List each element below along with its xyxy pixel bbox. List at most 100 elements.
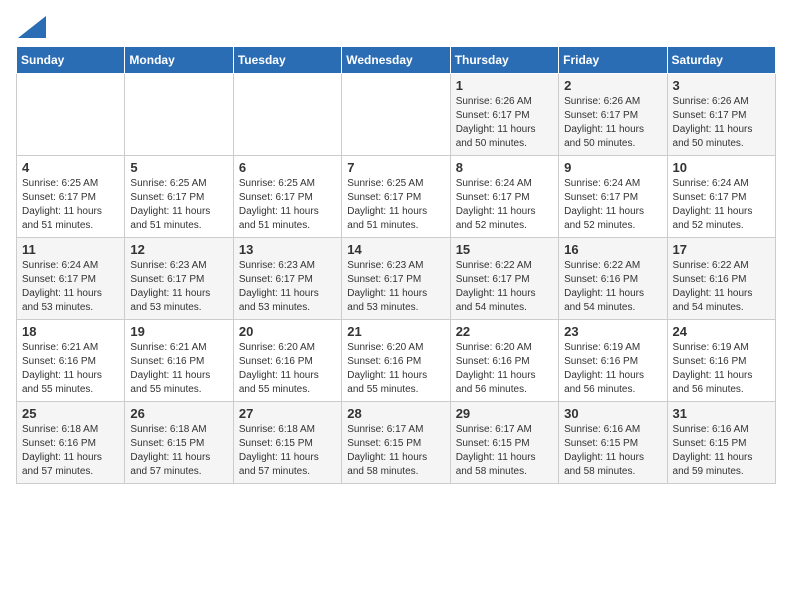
day-number: 24 bbox=[673, 324, 770, 339]
calendar-cell: 23 Sunrise: 6:19 AMSunset: 6:16 PMDayligh… bbox=[559, 320, 667, 402]
day-number: 18 bbox=[22, 324, 119, 339]
calendar-cell: 18Sunrise: 6:21 AMSunset: 6:16 PMDayligh… bbox=[17, 320, 125, 402]
calendar-cell: 28Sunrise: 6:17 AMSunset: 6:15 PMDayligh… bbox=[342, 402, 450, 484]
day-number: 13 bbox=[239, 242, 336, 257]
day-number: 4 bbox=[22, 160, 119, 175]
day-number: 3 bbox=[673, 78, 770, 93]
day-info: Sunrise: 6:20 AMSunset: 6:16 PMDaylight:… bbox=[347, 341, 444, 397]
day-info: Sunrise: 6:22 AMSunset: 6:16 PMDaylight:… bbox=[673, 259, 770, 315]
day-number: 10 bbox=[673, 160, 770, 175]
calendar-cell: 15 Sunrise: 6:22 AMSunset: 6:17 PMDayligh… bbox=[450, 238, 558, 320]
day-info: Sunrise: 6:24 AMSunset: 6:17 PMDaylight:… bbox=[564, 177, 661, 233]
day-number: 11 bbox=[22, 242, 119, 257]
day-number: 27 bbox=[239, 406, 336, 421]
calendar-cell: 12Sunrise: 6:23 AMSunset: 6:17 PMDayligh… bbox=[125, 238, 233, 320]
day-header-sunday: Sunday bbox=[17, 47, 125, 74]
day-number: 1 bbox=[456, 78, 553, 93]
calendar-cell: 1 Sunrise: 6:26 AMSunset: 6:17 PMDaylight… bbox=[450, 74, 558, 156]
day-info: Sunrise: 6:23 AMSunset: 6:17 PMDaylight:… bbox=[347, 259, 444, 315]
day-info: Sunrise: 6:25 AMSunset: 6:17 PMDaylight:… bbox=[130, 177, 227, 233]
day-info: Sunrise: 6:18 AMSunset: 6:16 PMDaylight:… bbox=[22, 423, 119, 479]
calendar-cell: 5 Sunrise: 6:25 AMSunset: 6:17 PMDaylight… bbox=[125, 156, 233, 238]
calendar-cell: 27 Sunrise: 6:18 AMSunset: 6:15 PMDayligh… bbox=[233, 402, 341, 484]
day-info: Sunrise: 6:19 AMSunset: 6:16 PMDaylight:… bbox=[673, 341, 770, 397]
day-info: Sunrise: 6:25 AMSunset: 6:17 PMDaylight:… bbox=[239, 177, 336, 233]
day-number: 29 bbox=[456, 406, 553, 421]
calendar-cell: 30 Sunrise: 6:16 AMSunset: 6:15 PMDayligh… bbox=[559, 402, 667, 484]
day-number: 28 bbox=[347, 406, 444, 421]
week-row-5: 25 Sunrise: 6:18 AMSunset: 6:16 PMDayligh… bbox=[17, 402, 776, 484]
calendar-cell: 25 Sunrise: 6:18 AMSunset: 6:16 PMDayligh… bbox=[17, 402, 125, 484]
day-info: Sunrise: 6:26 AMSunset: 6:17 PMDaylight:… bbox=[564, 95, 661, 151]
day-number: 30 bbox=[564, 406, 661, 421]
day-header-friday: Friday bbox=[559, 47, 667, 74]
calendar-cell bbox=[342, 74, 450, 156]
calendar-cell: 24 Sunrise: 6:19 AMSunset: 6:16 PMDayligh… bbox=[667, 320, 775, 402]
day-info: Sunrise: 6:23 AMSunset: 6:17 PMDaylight:… bbox=[239, 259, 336, 315]
calendar-cell: 31 Sunrise: 6:16 AMSunset: 6:15 PMDayligh… bbox=[667, 402, 775, 484]
day-info: Sunrise: 6:25 AMSunset: 6:17 PMDaylight:… bbox=[22, 177, 119, 233]
day-info: Sunrise: 6:26 AMSunset: 6:17 PMDaylight:… bbox=[673, 95, 770, 151]
day-info: Sunrise: 6:16 AMSunset: 6:15 PMDaylight:… bbox=[564, 423, 661, 479]
calendar-cell: 11 Sunrise: 6:24 AMSunset: 6:17 PMDayligh… bbox=[17, 238, 125, 320]
calendar-cell: 29 Sunrise: 6:17 AMSunset: 6:15 PMDayligh… bbox=[450, 402, 558, 484]
calendar-cell: 19 Sunrise: 6:21 AMSunset: 6:16 PMDayligh… bbox=[125, 320, 233, 402]
day-info: Sunrise: 6:20 AMSunset: 6:16 PMDaylight:… bbox=[239, 341, 336, 397]
calendar-cell: 8Sunrise: 6:24 AMSunset: 6:17 PMDaylight… bbox=[450, 156, 558, 238]
day-header-monday: Monday bbox=[125, 47, 233, 74]
week-row-3: 11 Sunrise: 6:24 AMSunset: 6:17 PMDayligh… bbox=[17, 238, 776, 320]
day-number: 21 bbox=[347, 324, 444, 339]
calendar-cell: 16 Sunrise: 6:22 AMSunset: 6:16 PMDayligh… bbox=[559, 238, 667, 320]
calendar-cell: 13 Sunrise: 6:23 AMSunset: 6:17 PMDayligh… bbox=[233, 238, 341, 320]
day-header-row: SundayMondayTuesdayWednesdayThursdayFrid… bbox=[17, 47, 776, 74]
calendar-cell bbox=[233, 74, 341, 156]
calendar-cell bbox=[17, 74, 125, 156]
page-header bbox=[16, 16, 776, 36]
day-number: 20 bbox=[239, 324, 336, 339]
day-number: 16 bbox=[564, 242, 661, 257]
day-info: Sunrise: 6:20 AMSunset: 6:16 PMDaylight:… bbox=[456, 341, 553, 397]
day-info: Sunrise: 6:18 AMSunset: 6:15 PMDaylight:… bbox=[130, 423, 227, 479]
day-info: Sunrise: 6:16 AMSunset: 6:15 PMDaylight:… bbox=[673, 423, 770, 479]
calendar-cell: 2 Sunrise: 6:26 AMSunset: 6:17 PMDaylight… bbox=[559, 74, 667, 156]
day-number: 5 bbox=[130, 160, 227, 175]
calendar-cell: 14Sunrise: 6:23 AMSunset: 6:17 PMDayligh… bbox=[342, 238, 450, 320]
day-number: 15 bbox=[456, 242, 553, 257]
day-header-wednesday: Wednesday bbox=[342, 47, 450, 74]
day-header-thursday: Thursday bbox=[450, 47, 558, 74]
week-row-2: 4 Sunrise: 6:25 AMSunset: 6:17 PMDaylight… bbox=[17, 156, 776, 238]
day-number: 31 bbox=[673, 406, 770, 421]
calendar-cell: 3 Sunrise: 6:26 AMSunset: 6:17 PMDaylight… bbox=[667, 74, 775, 156]
day-number: 26 bbox=[130, 406, 227, 421]
calendar-cell: 7 Sunrise: 6:25 AMSunset: 6:17 PMDaylight… bbox=[342, 156, 450, 238]
day-info: Sunrise: 6:22 AMSunset: 6:17 PMDaylight:… bbox=[456, 259, 553, 315]
logo-icon bbox=[18, 16, 46, 38]
day-info: Sunrise: 6:21 AMSunset: 6:16 PMDaylight:… bbox=[130, 341, 227, 397]
day-info: Sunrise: 6:22 AMSunset: 6:16 PMDaylight:… bbox=[564, 259, 661, 315]
calendar-header: SundayMondayTuesdayWednesdayThursdayFrid… bbox=[17, 47, 776, 74]
day-info: Sunrise: 6:24 AMSunset: 6:17 PMDaylight:… bbox=[22, 259, 119, 315]
calendar-cell: 22 Sunrise: 6:20 AMSunset: 6:16 PMDayligh… bbox=[450, 320, 558, 402]
day-number: 9 bbox=[564, 160, 661, 175]
day-number: 7 bbox=[347, 160, 444, 175]
calendar-cell: 9 Sunrise: 6:24 AMSunset: 6:17 PMDaylight… bbox=[559, 156, 667, 238]
day-info: Sunrise: 6:26 AMSunset: 6:17 PMDaylight:… bbox=[456, 95, 553, 151]
day-number: 17 bbox=[673, 242, 770, 257]
day-number: 25 bbox=[22, 406, 119, 421]
day-info: Sunrise: 6:25 AMSunset: 6:17 PMDaylight:… bbox=[347, 177, 444, 233]
calendar-cell: 20 Sunrise: 6:20 AMSunset: 6:16 PMDayligh… bbox=[233, 320, 341, 402]
day-info: Sunrise: 6:24 AMSunset: 6:17 PMDaylight:… bbox=[456, 177, 553, 233]
day-number: 12 bbox=[130, 242, 227, 257]
calendar-cell: 6Sunrise: 6:25 AMSunset: 6:17 PMDaylight… bbox=[233, 156, 341, 238]
day-info: Sunrise: 6:18 AMSunset: 6:15 PMDaylight:… bbox=[239, 423, 336, 479]
calendar-table: SundayMondayTuesdayWednesdayThursdayFrid… bbox=[16, 46, 776, 484]
day-info: Sunrise: 6:19 AMSunset: 6:16 PMDaylight:… bbox=[564, 341, 661, 397]
day-number: 2 bbox=[564, 78, 661, 93]
day-number: 23 bbox=[564, 324, 661, 339]
day-number: 19 bbox=[130, 324, 227, 339]
day-number: 22 bbox=[456, 324, 553, 339]
day-info: Sunrise: 6:17 AMSunset: 6:15 PMDaylight:… bbox=[456, 423, 553, 479]
week-row-1: 1 Sunrise: 6:26 AMSunset: 6:17 PMDaylight… bbox=[17, 74, 776, 156]
day-header-tuesday: Tuesday bbox=[233, 47, 341, 74]
calendar-cell: 26 Sunrise: 6:18 AMSunset: 6:15 PMDayligh… bbox=[125, 402, 233, 484]
